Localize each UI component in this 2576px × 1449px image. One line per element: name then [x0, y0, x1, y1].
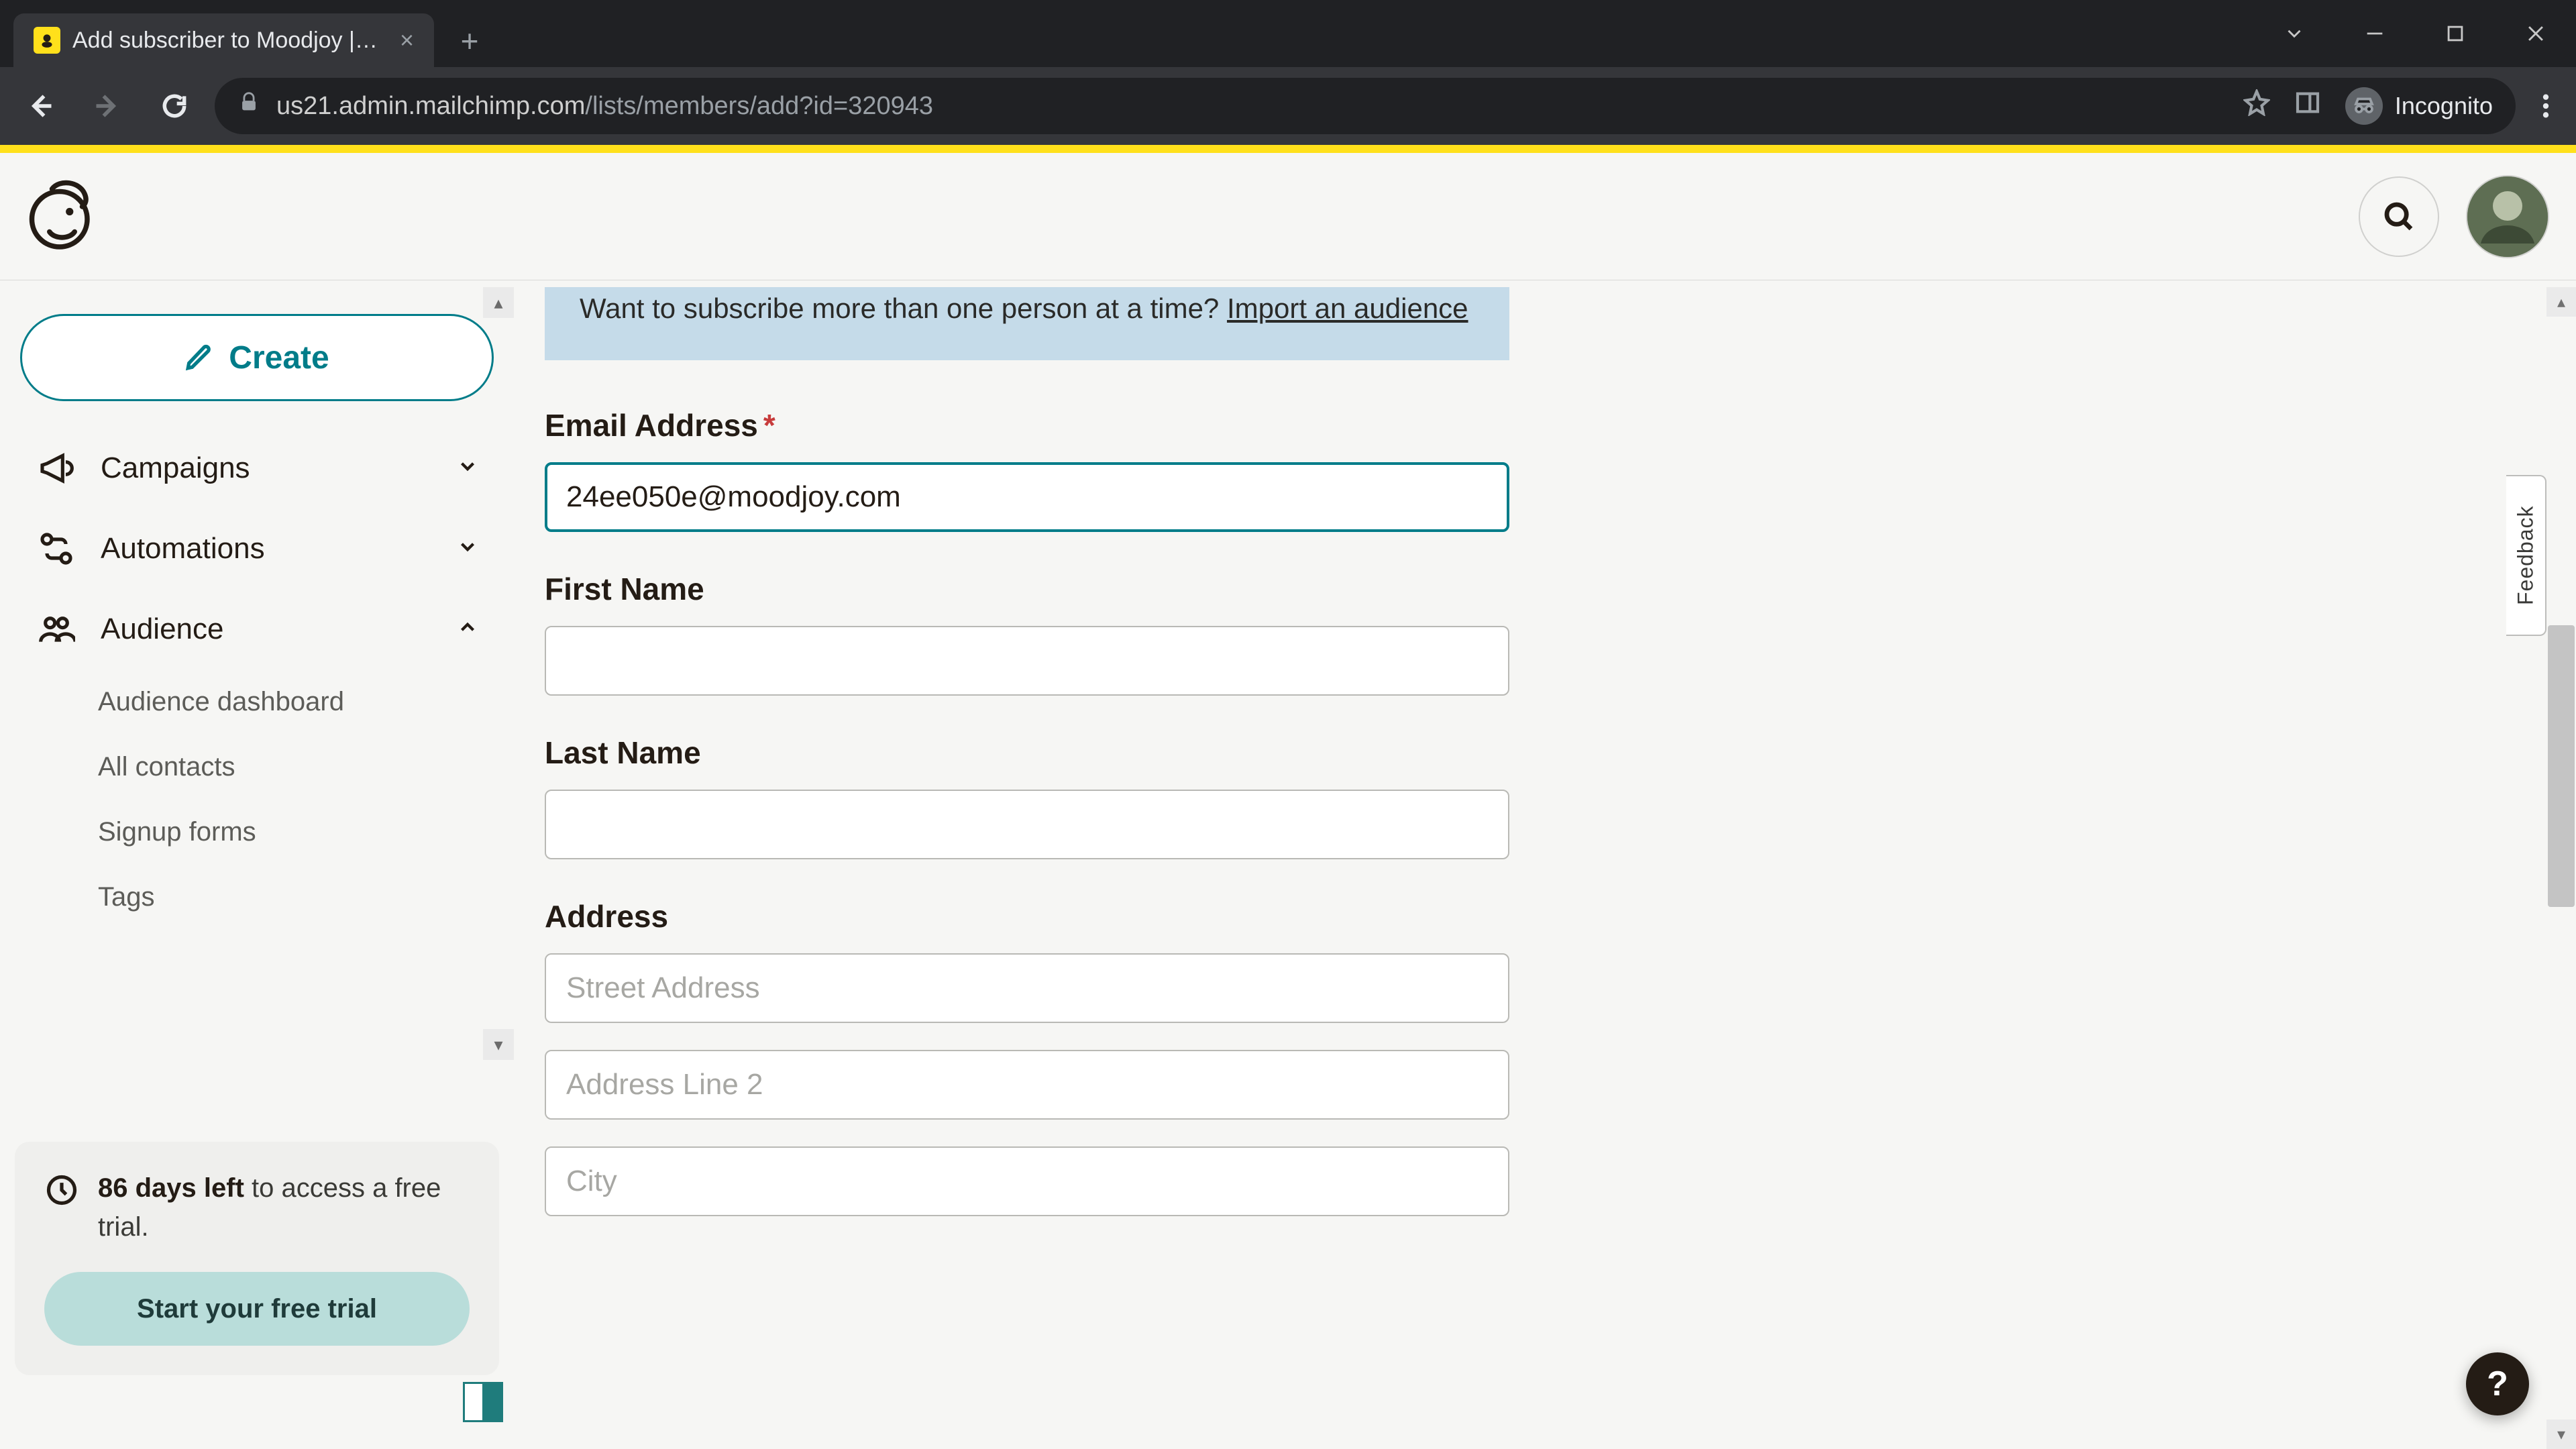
first-name-input[interactable] [545, 626, 1509, 696]
audience-icon [35, 608, 78, 651]
sidebar-item-label: Audience [101, 612, 223, 646]
survey-widget-icon[interactable] [463, 1382, 503, 1422]
subnav-signup-forms[interactable]: Signup forms [98, 800, 495, 865]
sidebar-nav: Campaigns Automations Audience Audience … [0, 428, 514, 930]
side-panel-icon[interactable] [2294, 89, 2321, 123]
automation-icon [35, 527, 78, 570]
sidebar-item-automations[interactable]: Automations [19, 508, 495, 589]
email-label-text: Email Address [545, 408, 758, 443]
address-line2-input[interactable] [545, 1050, 1509, 1120]
main-scrollbar[interactable]: ▴ ▾ [2546, 287, 2576, 1449]
email-input[interactable] [545, 462, 1509, 532]
scroll-down-icon[interactable]: ▾ [2546, 1419, 2576, 1449]
incognito-icon [2345, 87, 2383, 125]
chevron-down-icon [456, 451, 479, 485]
field-last-name: Last Name [545, 735, 1509, 859]
app-header [0, 153, 2576, 280]
subnav-tags[interactable]: Tags [98, 865, 495, 930]
lock-icon [237, 91, 260, 121]
import-audience-link[interactable]: Import an audience [1227, 292, 1468, 324]
tab-close-icon[interactable]: × [400, 28, 414, 52]
sidebar-item-label: Campaigns [101, 451, 250, 485]
sidebar-scroll-down-icon[interactable]: ▾ [483, 1029, 514, 1060]
browser-menu-button[interactable] [2529, 93, 2563, 119]
trial-text: 86 days left to access a free trial. [98, 1169, 470, 1246]
help-button[interactable]: ? [2466, 1352, 2529, 1415]
field-email: Email Address* [545, 407, 1509, 532]
add-subscriber-form: Want to subscribe more than one person a… [517, 287, 1563, 1216]
last-name-input[interactable] [545, 790, 1509, 859]
browser-back-button[interactable] [13, 79, 67, 133]
clock-icon [44, 1173, 79, 1208]
sidebar-item-audience[interactable]: Audience [19, 589, 495, 669]
pencil-icon [184, 343, 213, 372]
field-address: Address [545, 898, 1509, 1216]
audience-subnav: Audience dashboard All contacts Signup f… [19, 669, 495, 930]
browser-reload-button[interactable] [148, 79, 201, 133]
field-first-name: First Name [545, 571, 1509, 696]
scroll-track[interactable] [2546, 317, 2576, 1419]
tab-title: Add subscriber to Moodjoy | Ma [72, 28, 381, 54]
window-maximize-button[interactable] [2415, 7, 2496, 60]
header-search-button[interactable] [2359, 176, 2439, 257]
feedback-tab[interactable]: Feedback [2506, 475, 2546, 636]
subnav-audience-dashboard[interactable]: Audience dashboard [98, 669, 495, 735]
sidebar-item-campaigns[interactable]: Campaigns [19, 428, 495, 508]
create-label: Create [229, 339, 329, 376]
mailchimp-logo-icon[interactable] [27, 176, 107, 257]
megaphone-icon [35, 447, 78, 490]
tab-strip: Add subscriber to Moodjoy | Ma × + [0, 13, 493, 67]
address-label: Address [545, 898, 1509, 934]
start-trial-button[interactable]: Start your free trial [44, 1272, 470, 1346]
city-input[interactable] [545, 1146, 1509, 1216]
create-button[interactable]: Create [20, 314, 494, 401]
sidebar-scroll-up-icon[interactable]: ▴ [483, 287, 514, 318]
banner-lead: Want to subscribe more than one person a… [580, 292, 1227, 324]
window-controls [2254, 0, 2576, 67]
tab-favicon-icon [34, 27, 60, 54]
window-minimize-button[interactable] [2334, 7, 2415, 60]
last-name-label: Last Name [545, 735, 1509, 771]
url-text: us21.admin.mailchimp.com/lists/members/a… [276, 92, 933, 121]
scroll-thumb[interactable] [2548, 625, 2575, 907]
chevron-up-icon [456, 612, 479, 646]
brand-accent-bar [0, 145, 2576, 153]
address-bar[interactable]: us21.admin.mailchimp.com/lists/members/a… [215, 78, 2516, 134]
bookmark-star-icon[interactable] [2243, 89, 2270, 123]
new-tab-button[interactable]: + [446, 17, 493, 64]
main-content: Want to subscribe more than one person a… [517, 153, 2576, 1449]
street-address-input[interactable] [545, 953, 1509, 1023]
app-viewport: ▴ Create Campaigns Automations Audience [0, 153, 2576, 1449]
browser-tab[interactable]: Add subscriber to Moodjoy | Ma × [13, 13, 434, 67]
import-audience-banner: Want to subscribe more than one person a… [545, 287, 1509, 360]
scroll-up-icon[interactable]: ▴ [2546, 287, 2576, 317]
trial-card: 86 days left to access a free trial. Sta… [15, 1142, 499, 1375]
browser-toolbar: us21.admin.mailchimp.com/lists/members/a… [0, 67, 2576, 145]
incognito-label: Incognito [2395, 92, 2493, 120]
chevron-down-icon [456, 532, 479, 566]
browser-titlebar: Add subscriber to Moodjoy | Ma × + [0, 0, 2576, 67]
tab-search-button[interactable] [2254, 7, 2334, 60]
sidebar-item-label: Automations [101, 532, 265, 566]
trial-days-left: 86 days left [98, 1173, 244, 1203]
email-label: Email Address* [545, 407, 1509, 443]
window-close-button[interactable] [2496, 7, 2576, 60]
browser-forward-button[interactable] [80, 79, 134, 133]
sidebar: ▴ Create Campaigns Automations Audience [0, 153, 517, 1449]
incognito-indicator[interactable]: Incognito [2345, 87, 2493, 125]
avatar[interactable] [2466, 175, 2549, 258]
required-asterisk: * [763, 408, 775, 443]
url-host: us21.admin.mailchimp.com [276, 92, 585, 120]
first-name-label: First Name [545, 571, 1509, 607]
subnav-all-contacts[interactable]: All contacts [98, 735, 495, 800]
url-path: /lists/members/add?id=320943 [585, 92, 933, 120]
